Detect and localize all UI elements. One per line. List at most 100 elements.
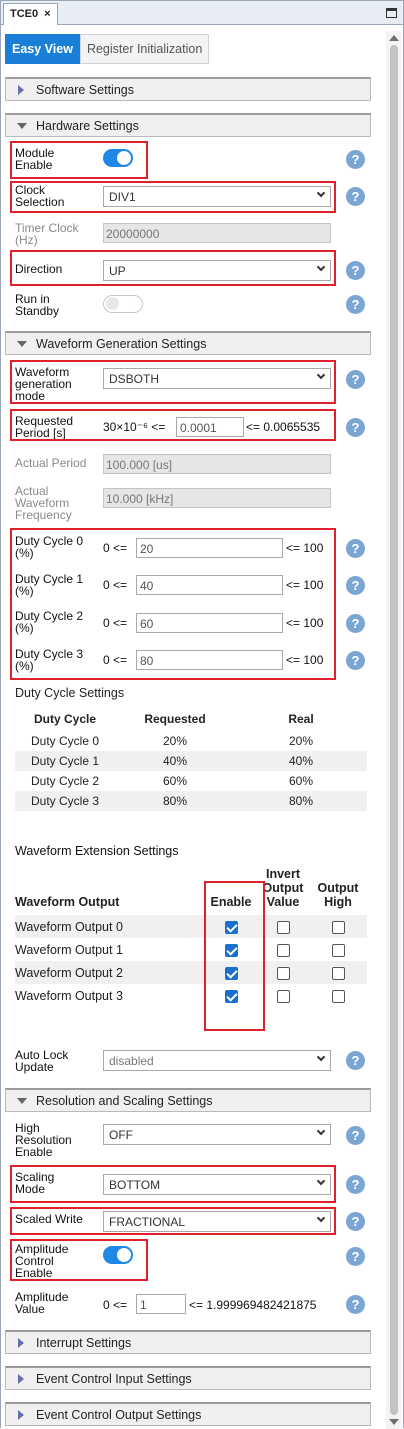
section-title: Waveform Generation Settings (36, 337, 207, 351)
section-resolution-scaling-settings[interactable]: Resolution and Scaling Settings (5, 1088, 371, 1112)
table-row: Waveform Output 2 (15, 961, 367, 984)
actual-frequency-label: Actual Waveform Frequency (15, 484, 72, 522)
section-event-output-settings[interactable]: Event Control Output Settings (5, 1402, 371, 1426)
output-high-checkbox[interactable] (331, 966, 345, 980)
duty-cycle-3-min: 0 <= (103, 653, 128, 667)
duty-cycle-settings-title: Duty Cycle Settings (15, 686, 125, 700)
high-resolution-dropdown[interactable]: OFF (103, 1124, 331, 1145)
section-title: Software Settings (36, 83, 134, 97)
table-cell: Duty Cycle 1 (15, 751, 115, 771)
duty-cycle-1-label: Duty Cycle 1 (%) (15, 572, 84, 598)
duty-cycle-3-label: Duty Cycle 3 (%) (15, 647, 84, 673)
waveform-extension-title: Waveform Extension Settings (15, 844, 179, 858)
section-software-settings[interactable]: Software Settings (5, 77, 371, 101)
table-cell: 80% (235, 791, 367, 811)
output-high-checkbox[interactable] (331, 989, 345, 1003)
duty-cycle-0-min: 0 <= (103, 541, 128, 555)
help-icon[interactable]: ? (346, 418, 365, 437)
document-tab-title: TCE0 (10, 8, 39, 20)
duty-cycle-1-max: <= 100 (286, 578, 324, 592)
collapse-arrow-icon (17, 1098, 27, 1104)
highlight-box (10, 409, 336, 441)
invert-checkbox[interactable] (276, 920, 290, 934)
duty-cycle-0-input[interactable]: 20 (136, 538, 283, 558)
scroll-up-icon[interactable] (389, 35, 399, 41)
column-header: Output High (317, 881, 359, 909)
help-icon[interactable]: ? (346, 1212, 365, 1231)
vertical-scrollbar[interactable] (386, 31, 402, 1429)
help-icon[interactable]: ? (346, 187, 365, 206)
run-in-standby-label: Run in Standby (15, 292, 60, 318)
timer-clock-label: Timer Clock (Hz) (15, 221, 79, 247)
amplitude-value-label: Amplitude Value (15, 1290, 69, 1316)
auto-lock-dropdown[interactable]: disabled (103, 1050, 331, 1071)
table-row: Duty Cycle 2 60% 60% (15, 771, 367, 791)
invert-checkbox[interactable] (276, 943, 290, 957)
table-cell: Waveform Output 3 (15, 984, 205, 1007)
help-icon[interactable]: ? (346, 1051, 365, 1070)
table-cell: Duty Cycle 0 (15, 731, 115, 751)
output-high-checkbox[interactable] (331, 920, 345, 934)
section-interrupt-settings[interactable]: Interrupt Settings (5, 1330, 371, 1354)
invert-checkbox[interactable] (276, 966, 290, 980)
scroll-down-icon[interactable] (389, 1419, 399, 1425)
selected-value: OFF (109, 1128, 133, 1142)
invert-checkbox[interactable] (276, 989, 290, 1003)
duty-cycle-2-input[interactable]: 60 (136, 613, 283, 633)
help-icon[interactable]: ? (346, 150, 365, 169)
help-icon[interactable]: ? (346, 1175, 365, 1194)
help-icon[interactable]: ? (346, 1247, 365, 1266)
collapse-arrow-icon (17, 123, 27, 129)
table-cell: Duty Cycle 3 (15, 791, 115, 811)
document-tab-tce0[interactable]: TCE0 × (3, 3, 58, 25)
actual-period-field: 100.000 [us] (103, 454, 331, 474)
duty-cycle-1-input[interactable]: 40 (136, 575, 283, 595)
output-high-checkbox[interactable] (331, 943, 345, 957)
table-cell: 20% (235, 731, 367, 751)
section-hardware-settings[interactable]: Hardware Settings (5, 113, 371, 137)
help-icon[interactable]: ? (346, 1295, 365, 1314)
amplitude-value-input[interactable]: 1 (136, 1294, 186, 1314)
amplitude-min: 0 <= (103, 1298, 128, 1312)
section-title: Interrupt Settings (36, 1336, 132, 1350)
table-cell: Waveform Output 0 (15, 915, 205, 938)
run-in-standby-toggle[interactable] (103, 295, 143, 313)
help-icon[interactable]: ? (346, 614, 365, 633)
table-row: Duty Cycle 0 20% 20% (15, 731, 367, 751)
table-cell: Duty Cycle 2 (15, 771, 115, 791)
close-icon[interactable]: × (44, 8, 50, 21)
tab-register-initialization[interactable]: Register Initialization (79, 34, 210, 64)
highlight-box (10, 1207, 336, 1235)
table-cell: 80% (115, 791, 235, 811)
expand-arrow-icon (18, 1410, 24, 1420)
collapse-arrow-icon (17, 341, 27, 347)
duty-cycle-0-label: Duty Cycle 0 (%) (15, 534, 84, 560)
scrollbar-thumb[interactable] (390, 45, 398, 1415)
high-resolution-label: High Resolution Enable (15, 1121, 72, 1159)
section-waveform-generation-settings[interactable]: Waveform Generation Settings (5, 331, 371, 355)
column-header: Duty Cycle (33, 712, 97, 726)
table-cell: 40% (235, 751, 367, 771)
help-icon[interactable]: ? (346, 651, 365, 670)
help-icon[interactable]: ? (346, 295, 365, 314)
chevron-down-icon (316, 1126, 326, 1136)
help-icon[interactable]: ? (346, 370, 365, 389)
duty-cycle-0-max: <= 100 (286, 541, 324, 555)
help-icon[interactable]: ? (346, 1126, 365, 1145)
help-icon[interactable]: ? (346, 261, 365, 280)
section-title: Event Control Output Settings (36, 1408, 202, 1422)
section-event-input-settings[interactable]: Event Control Input Settings (5, 1366, 371, 1390)
duty-cycle-3-input[interactable]: 80 (136, 650, 283, 670)
help-icon[interactable]: ? (346, 539, 365, 558)
maximize-icon[interactable] (386, 8, 397, 18)
help-icon[interactable]: ? (346, 576, 365, 595)
amplitude-max: <= 1.999969482421875 (189, 1298, 317, 1312)
table-cell: 60% (115, 771, 235, 791)
table-row: Duty Cycle 3 80% 80% (15, 791, 367, 811)
table-cell: Waveform Output 2 (15, 961, 205, 984)
highlight-box (204, 881, 265, 1031)
duty-cycle-table: Duty Cycle Requested Real Duty Cycle 0 20… (15, 707, 367, 811)
expand-arrow-icon (18, 1374, 24, 1384)
duty-cycle-3-max: <= 100 (286, 653, 324, 667)
tab-easy-view[interactable]: Easy View (5, 34, 80, 64)
